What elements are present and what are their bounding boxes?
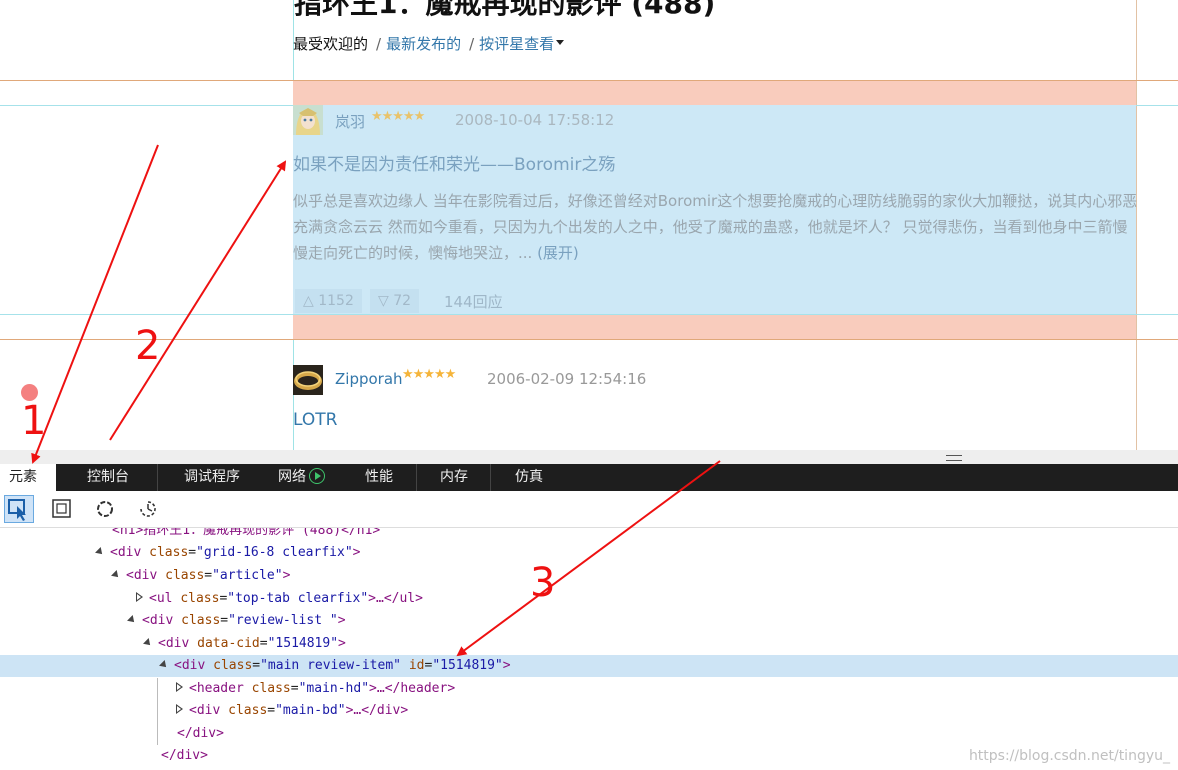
tab-debugger[interactable]: 调试程序 bbox=[184, 464, 240, 491]
play-icon bbox=[309, 468, 325, 484]
useful-button[interactable]: △ 1152 bbox=[295, 289, 362, 313]
review-title[interactable]: 如果不是因为责任和荣光——Boromir之殇 bbox=[293, 150, 615, 175]
sort-tabs: 最受欢迎的 / 最新发布的 / 按评星查看 bbox=[293, 33, 565, 54]
timer-icon bbox=[140, 501, 156, 517]
tab-newest[interactable]: 最新发布的 bbox=[386, 35, 461, 53]
review-date: 2006-02-09 12:54:16 bbox=[487, 370, 647, 388]
tab-console[interactable]: 控制台 bbox=[87, 464, 129, 491]
tab-network[interactable]: 网络 bbox=[278, 464, 325, 491]
dom-tree: <h1>指环王1：魔戒再现的影评 (488)</h1> <div class="… bbox=[0, 528, 1178, 770]
webpage-viewport: 指环王1：魔戒再现的影评 (488) 最受欢迎的 / 最新发布的 / 按评星查看 岚羽 … bbox=[0, 0, 1178, 450]
page-title: 指环王1：魔戒再现的影评 (488) bbox=[294, 0, 716, 20]
box-model-tool[interactable] bbox=[47, 495, 77, 523]
box-model-icon bbox=[52, 499, 71, 518]
dom-node-h1[interactable]: <h1>指环王1：魔戒再现的影评 (488)</h1> bbox=[0, 528, 1178, 542]
circle-refresh-icon bbox=[97, 501, 113, 517]
timer-tool[interactable] bbox=[133, 495, 163, 523]
review-excerpt: 似乎总是喜欢边缘人 当年在影院看过后，好像还曾经对Boromir这个想要抢魔戒的… bbox=[293, 188, 1138, 266]
dom-node-close[interactable]: </div> bbox=[0, 723, 1178, 745]
tab-popular[interactable]: 最受欢迎的 bbox=[293, 35, 368, 53]
avatar[interactable] bbox=[293, 365, 323, 395]
indent-guide bbox=[157, 678, 158, 745]
select-element-tool[interactable] bbox=[4, 495, 34, 523]
dom-node-selected[interactable]: <div class="main review-item" id="151481… bbox=[0, 655, 1178, 677]
avatar[interactable] bbox=[293, 105, 323, 135]
devtools-panel: 元素 控制台 调试程序 网络 性能 内存 仿真 <h1>指环王1：魔戒再现的影评… bbox=[0, 450, 1178, 770]
tab-elements[interactable]: 元素 bbox=[0, 464, 56, 491]
tab-separator bbox=[490, 464, 491, 491]
select-element-icon bbox=[8, 499, 26, 521]
rating-stars: ★★★★★ bbox=[371, 109, 425, 124]
expand-triangle-icon[interactable] bbox=[143, 638, 153, 648]
expand-triangle-icon[interactable] bbox=[111, 570, 121, 580]
expand-triangle-icon[interactable] bbox=[95, 547, 105, 557]
watermark: https://blog.csdn.net/tingyu_ bbox=[968, 748, 1170, 764]
dom-node[interactable]: <div class="article"> bbox=[0, 565, 1178, 587]
replies-link[interactable]: 144回应 bbox=[444, 291, 503, 312]
review-date: 2008-10-04 17:58:12 bbox=[455, 111, 615, 129]
resize-handle[interactable] bbox=[0, 450, 1178, 464]
review-title[interactable]: LOTR bbox=[293, 410, 337, 430]
tab-network-label: 网络 bbox=[278, 469, 306, 485]
review-excerpt-text: 似乎总是喜欢边缘人 当年在影院看过后，好像还曾经对Boromir这个想要抢魔戒的… bbox=[293, 192, 1138, 262]
expand-link[interactable]: (展开) bbox=[537, 244, 579, 262]
review-author[interactable]: Zipporah bbox=[335, 370, 403, 388]
tab-separator bbox=[157, 464, 158, 491]
collapse-triangle-icon[interactable] bbox=[176, 682, 183, 692]
tab-by-rating[interactable]: 按评星查看 bbox=[479, 35, 554, 53]
dom-node[interactable]: <div class="grid-16-8 clearfix"> bbox=[0, 542, 1178, 564]
dom-node[interactable]: <div class="main-bd">…</div> bbox=[0, 700, 1178, 722]
highlight-padding bbox=[293, 315, 1136, 339]
tab-memory[interactable]: 内存 bbox=[440, 464, 468, 491]
dom-node[interactable]: <div class="review-list "> bbox=[0, 610, 1178, 632]
grip-icon[interactable] bbox=[946, 455, 962, 461]
rating-stars: ★★★★★ bbox=[402, 367, 456, 382]
collapse-triangle-icon[interactable] bbox=[176, 704, 183, 714]
tab-separator bbox=[416, 464, 417, 491]
devtools-tabbar: 元素 控制台 调试程序 网络 性能 内存 仿真 bbox=[0, 464, 1178, 491]
useless-button[interactable]: ▽ 72 bbox=[370, 289, 420, 313]
expand-triangle-icon[interactable] bbox=[159, 660, 169, 670]
caret-down-icon[interactable] bbox=[556, 40, 565, 45]
tab-performance[interactable]: 性能 bbox=[365, 464, 393, 491]
dom-node[interactable]: <ul class="top-tab clearfix">…</ul> bbox=[0, 588, 1178, 610]
devtools-toolbar bbox=[0, 491, 1178, 528]
collapse-triangle-icon[interactable] bbox=[136, 592, 143, 602]
guide-line bbox=[0, 339, 1178, 340]
review-author[interactable]: 岚羽 bbox=[335, 111, 365, 132]
tab-emulation[interactable]: 仿真 bbox=[515, 464, 543, 491]
dom-node[interactable]: <div data-cid="1514819"> bbox=[0, 633, 1178, 655]
dom-node[interactable]: <header class="main-hd">…</header> bbox=[0, 678, 1178, 700]
refresh-tool[interactable] bbox=[90, 495, 120, 523]
expand-triangle-icon[interactable] bbox=[127, 615, 137, 625]
highlight-padding bbox=[293, 81, 1136, 105]
